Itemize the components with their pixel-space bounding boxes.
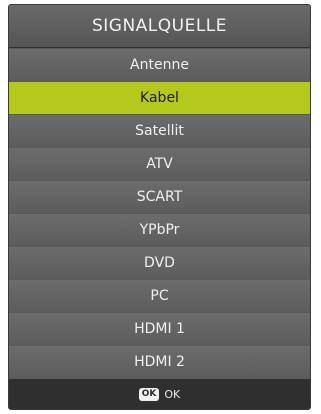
source-item-hdmi-1[interactable]: HDMI 1 bbox=[9, 313, 310, 345]
ok-hint-label: OK bbox=[164, 387, 181, 401]
source-item-atv[interactable]: ATV bbox=[9, 148, 310, 180]
source-item-scart[interactable]: SCART bbox=[9, 181, 310, 213]
source-item-satellit[interactable]: Satellit bbox=[9, 115, 310, 147]
ok-key-icon: OK bbox=[138, 387, 160, 401]
menu-title: SIGNALQUELLE bbox=[9, 5, 310, 48]
footer-hint: OK OK bbox=[9, 379, 310, 409]
source-item-pc[interactable]: PC bbox=[9, 280, 310, 312]
source-item-antenne[interactable]: Antenne bbox=[9, 49, 310, 81]
source-list: Antenne Kabel Satellit ATV SCART YPbPr D… bbox=[9, 49, 310, 379]
signal-source-menu: SIGNALQUELLE Antenne Kabel Satellit ATV … bbox=[8, 4, 311, 410]
source-item-dvd[interactable]: DVD bbox=[9, 247, 310, 279]
source-item-ypbpr[interactable]: YPbPr bbox=[9, 214, 310, 246]
source-item-hdmi-2[interactable]: HDMI 2 bbox=[9, 346, 310, 378]
source-item-kabel[interactable]: Kabel bbox=[9, 82, 310, 114]
